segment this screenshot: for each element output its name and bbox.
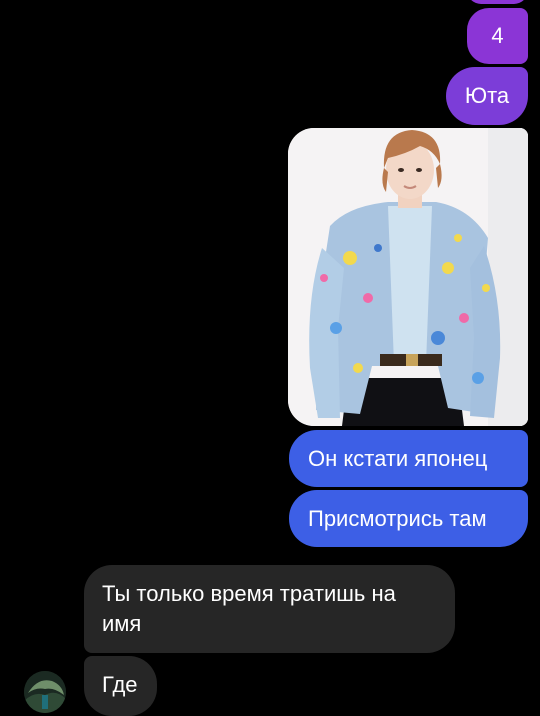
incoming-message-bubble[interactable]: Где	[84, 656, 157, 716]
outgoing-message-bubble[interactable]: Юта	[446, 67, 528, 125]
message-text: Присмотрись там	[308, 505, 487, 531]
incoming-message-bubble[interactable]: Ты только время тратишь на имя	[84, 565, 455, 653]
message-text: Где	[102, 672, 138, 697]
avatar-icon	[24, 671, 66, 713]
photo-of-person-icon	[288, 128, 528, 426]
contact-avatar[interactable]	[24, 671, 66, 713]
message-text: 4	[491, 23, 504, 48]
message-text: Он кстати японец	[308, 445, 488, 471]
outgoing-message-bubble[interactable]	[467, 0, 528, 4]
outgoing-message-bubble[interactable]: Он кстати японец	[289, 430, 528, 487]
outgoing-message-bubble[interactable]: Присмотрись там	[289, 490, 528, 547]
photo-message[interactable]	[288, 128, 528, 426]
message-text: Юта	[464, 83, 510, 108]
outgoing-message-bubble[interactable]: 4	[467, 8, 528, 64]
message-text: Ты только время тратишь на имя	[102, 581, 396, 636]
